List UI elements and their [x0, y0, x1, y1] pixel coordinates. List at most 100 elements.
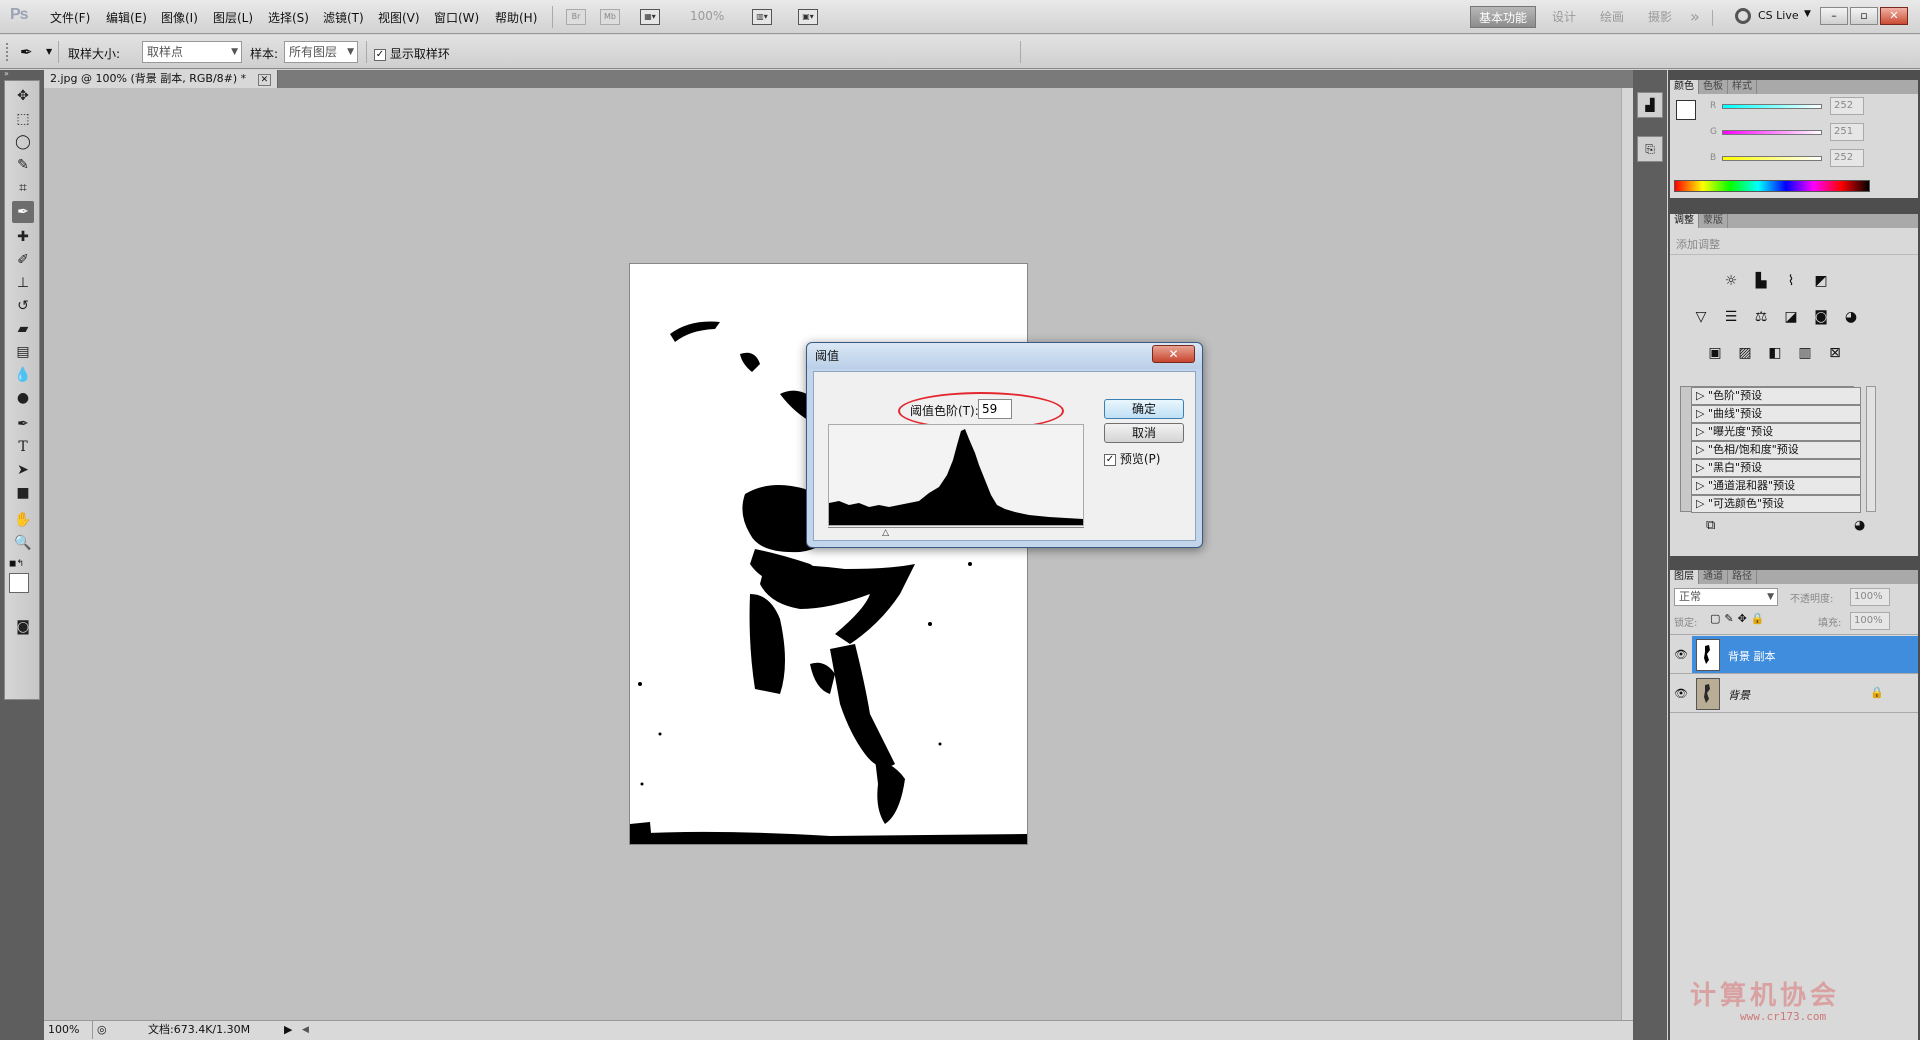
foreground-color-swatch[interactable] [1676, 100, 1696, 120]
foreground-color-swatch[interactable] [9, 573, 29, 593]
layer-name[interactable]: 背景 [1728, 687, 1750, 703]
pen-tool-icon[interactable]: ✒ [12, 413, 34, 435]
menu-window[interactable]: 窗口(W) [434, 9, 479, 26]
channel-b-value[interactable]: 252 [1830, 149, 1864, 167]
dodge-tool-icon[interactable]: ● [12, 387, 34, 409]
ok-button[interactable]: 确定 [1104, 399, 1184, 419]
layer-row-background-copy[interactable]: 👁 背景 副本 [1670, 636, 1918, 674]
clip-to-layer-icon[interactable]: ⧉ [1706, 518, 1715, 533]
status-zoom[interactable]: 100% [48, 1021, 79, 1039]
marquee-tool-icon[interactable]: ⬚ [12, 108, 34, 130]
document-tab[interactable]: 2.jpg @ 100% (背景 副本, RGB/8#) * ✕ [44, 70, 279, 88]
zoom-level[interactable]: 100% [690, 9, 724, 23]
channel-r-value[interactable]: 252 [1830, 97, 1864, 115]
lock-options-icon[interactable]: ▢✎✥🔒 [1710, 612, 1769, 625]
channel-g-value[interactable]: 251 [1830, 123, 1864, 141]
shape-tool-icon[interactable]: ■ [12, 482, 34, 504]
dialog-title[interactable]: 阈值 [807, 343, 1202, 369]
brightness-icon[interactable]: ☼ [1720, 270, 1742, 292]
preset-levels[interactable]: ▷ "色阶"预设 [1691, 387, 1861, 405]
channel-g-slider[interactable] [1722, 130, 1822, 135]
tab-swatches[interactable]: 色板 [1699, 80, 1728, 94]
eye-icon[interactable]: 👁 [1674, 648, 1688, 662]
opacity-value[interactable]: 100% [1850, 588, 1890, 606]
tab-adjustments[interactable]: 调整 [1670, 214, 1699, 228]
color-balance-icon[interactable]: ⚖ [1750, 306, 1772, 328]
minimize-button[interactable]: – [1820, 7, 1848, 25]
selective-color-icon[interactable]: ⊠ [1824, 342, 1846, 364]
invert-icon[interactable]: ▣ [1704, 342, 1726, 364]
gradient-map-icon[interactable]: ▥ [1794, 342, 1816, 364]
channel-mixer-icon[interactable]: ◕ [1840, 306, 1862, 328]
levels-icon[interactable]: ▙ [1750, 270, 1772, 292]
gradient-tool-icon[interactable]: ▤ [12, 341, 34, 363]
threshold-level-input[interactable] [978, 399, 1012, 419]
histogram-panel-icon[interactable]: ▟ [1637, 92, 1663, 118]
menu-view[interactable]: 视图(V) [378, 9, 420, 26]
history-panel-icon[interactable]: ⎘ [1637, 136, 1663, 162]
cancel-button[interactable]: 取消 [1104, 423, 1184, 443]
show-ring-option[interactable]: ✓ 显示取样环 [374, 45, 450, 62]
lasso-tool-icon[interactable]: ◯ [12, 131, 34, 153]
preview-option[interactable]: ✓ 预览(P) [1104, 450, 1160, 467]
status-icon[interactable]: ◎ [92, 1021, 107, 1039]
tab-paths[interactable]: 路径 [1728, 570, 1757, 584]
menu-select[interactable]: 选择(S) [268, 9, 309, 26]
dialog-close-icon[interactable]: ✕ [1152, 345, 1195, 363]
eraser-tool-icon[interactable]: ▰ [12, 318, 34, 340]
healing-brush-tool-icon[interactable]: ✚ [12, 226, 34, 248]
crop-tool-icon[interactable]: ⌗ [12, 177, 34, 199]
quick-mask-icon[interactable]: ◙ [12, 616, 34, 638]
layer-row-background[interactable]: 👁 背景 🔒 [1670, 675, 1918, 713]
tab-layers[interactable]: 图层 [1670, 570, 1699, 584]
history-brush-tool-icon[interactable]: ↺ [12, 295, 34, 317]
posterize-icon[interactable]: ▨ [1734, 342, 1756, 364]
workspace-photography[interactable]: 摄影 [1640, 6, 1680, 28]
blend-mode-select[interactable]: 正常 ▼ [1674, 588, 1778, 606]
clone-stamp-tool-icon[interactable]: ⊥ [12, 272, 34, 294]
adjustment-options-icon[interactable]: ◕ [1854, 518, 1865, 533]
eyedropper-tool-icon[interactable]: ✒ [12, 201, 34, 223]
threshold-icon[interactable]: ◧ [1764, 342, 1786, 364]
move-tool-icon[interactable]: ✥ [12, 85, 34, 107]
show-ring-checkbox[interactable]: ✓ [374, 48, 386, 61]
close-window-button[interactable]: ✕ [1880, 7, 1908, 25]
workspace-painting[interactable]: 绘画 [1592, 6, 1632, 28]
menu-image[interactable]: 图像(I) [161, 9, 198, 26]
workspace-more-icon[interactable]: » [1682, 6, 1708, 28]
menu-help[interactable]: 帮助(H) [495, 9, 537, 26]
photo-filter-icon[interactable]: ◙ [1810, 306, 1832, 328]
preset-scrollbar[interactable] [1866, 386, 1876, 512]
restore-button[interactable]: ▫ [1850, 7, 1878, 25]
tool-preset-chevron-icon[interactable]: ▼ [46, 47, 52, 56]
blur-tool-icon[interactable]: 💧 [12, 364, 34, 386]
vertical-scrollbar[interactable] [1621, 88, 1633, 1020]
threshold-slider-handle[interactable]: △ [882, 528, 889, 538]
fill-value[interactable]: 100% [1850, 612, 1890, 630]
menu-layer[interactable]: 图层(L) [213, 9, 253, 26]
mini-bridge-icon[interactable]: Mb [600, 9, 620, 25]
collapse-icon[interactable]: » [4, 70, 40, 78]
black-white-icon[interactable]: ◪ [1780, 306, 1802, 328]
tab-masks[interactable]: 蒙版 [1699, 214, 1728, 228]
preset-channel-mixer[interactable]: ▷ "通道混和器"预设 [1691, 477, 1861, 495]
view-extras-icon[interactable]: ▦▾ [640, 9, 660, 25]
tab-color[interactable]: 颜色 [1670, 80, 1699, 94]
quick-selection-tool-icon[interactable]: ✎ [12, 154, 34, 176]
exposure-icon[interactable]: ◩ [1810, 270, 1832, 292]
hand-tool-icon[interactable]: ✋ [12, 509, 34, 531]
close-tab-icon[interactable]: ✕ [257, 74, 272, 86]
preset-hue-saturation[interactable]: ▷ "色相/饱和度"预设 [1691, 441, 1861, 459]
status-menu-icon[interactable]: ▶ [284, 1021, 292, 1039]
sample-select[interactable]: 所有图层 ▼ [284, 41, 358, 63]
zoom-tool-icon[interactable]: 🔍 [12, 532, 34, 554]
bridge-icon[interactable]: Br [566, 9, 586, 25]
hue-saturation-icon[interactable]: ☰ [1720, 306, 1742, 328]
preset-curves[interactable]: ▷ "曲线"预设 [1691, 405, 1861, 423]
preset-selective-color[interactable]: ▷ "可选颜色"预设 [1691, 495, 1861, 513]
brush-tool-icon[interactable]: ✐ [12, 249, 34, 271]
channel-b-slider[interactable] [1722, 156, 1822, 161]
menu-edit[interactable]: 编辑(E) [106, 9, 147, 26]
workspace-design[interactable]: 设计 [1544, 6, 1584, 28]
type-tool-icon[interactable]: T [12, 436, 34, 458]
